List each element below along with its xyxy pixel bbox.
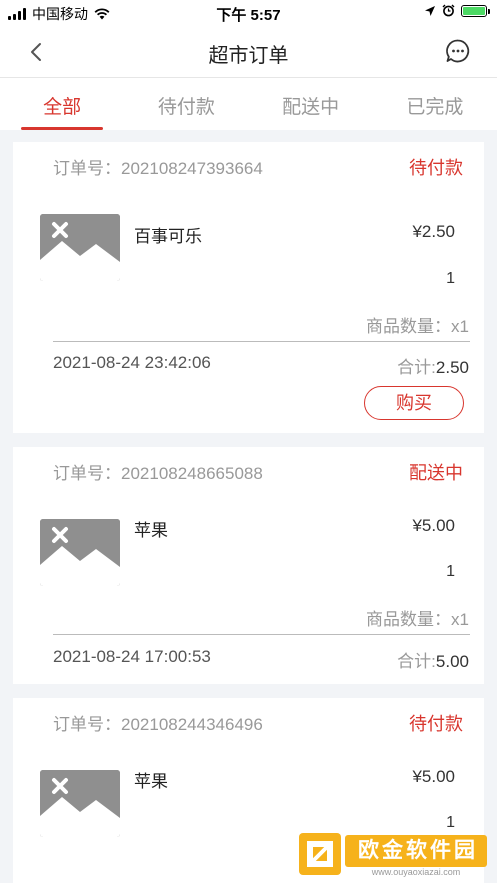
order-number: 202108244346496: [121, 715, 263, 734]
product-quantity: 1: [446, 563, 455, 580]
tab-all[interactable]: 全部: [0, 78, 124, 130]
order-number-label: 订单号：: [53, 464, 121, 483]
order-number: 202108248665088: [121, 464, 263, 483]
order-number-label: 订单号：: [53, 715, 121, 734]
product-price: ¥5.00: [412, 767, 455, 786]
product-name: 苹果: [134, 772, 168, 791]
divider: [53, 341, 470, 342]
status-bar: 中国移动 下午 5:57: [0, 0, 497, 26]
item-count: 商品数量：x1: [366, 605, 469, 630]
order-status: 待付款: [409, 158, 463, 178]
product-name: 百事可乐: [134, 227, 202, 246]
product-price: ¥5.00: [412, 516, 455, 535]
watermark-url: www.ouyaoxiazai.com: [371, 867, 461, 877]
watermark-logo: 欧金软件园 www.ouyaoxiazai.com: [297, 831, 491, 881]
tab-completed[interactable]: 已完成: [373, 78, 497, 130]
status-right: [424, 4, 490, 17]
order-card[interactable]: 订单号：202108247393664 待付款 百事可乐 ¥2.50 1 商品数…: [13, 142, 484, 433]
product-quantity: 1: [446, 814, 455, 831]
page-title: 超市订单: [208, 45, 289, 67]
item-count-label: 商品数量：: [366, 610, 452, 629]
order-header: 订单号：202108244346496 待付款: [53, 710, 463, 736]
product-quantity: 1: [446, 270, 455, 287]
order-number-label: 订单号：: [53, 159, 121, 178]
order-status: 配送中: [409, 463, 463, 483]
message-button[interactable]: [445, 38, 471, 64]
product-name: 苹果: [134, 521, 168, 540]
order-number: 202108247393664: [121, 159, 263, 178]
total-value: 5.00: [435, 652, 469, 671]
order-card[interactable]: 订单号：202108248665088 配送中 苹果 ¥5.00 1 商品数量：…: [13, 447, 484, 684]
order-header: 订单号：202108248665088 配送中: [53, 459, 463, 485]
order-total: 合计:5.00: [397, 647, 469, 672]
total-label: 合计:: [397, 652, 436, 671]
alarm-icon: [442, 4, 455, 17]
order-time: 2021-08-24 23:42:06: [53, 353, 211, 372]
status-time: 下午 5:57: [216, 7, 281, 24]
order-status: 待付款: [409, 714, 463, 734]
order-total: 合计:2.50: [397, 353, 469, 378]
nav-bar: 超市订单: [0, 26, 497, 78]
divider: [53, 634, 470, 635]
product-price: ¥2.50: [412, 222, 455, 241]
product-image-placeholder-icon: [40, 214, 120, 281]
order-header: 订单号：202108247393664 待付款: [53, 154, 463, 180]
total-label: 合计:: [397, 358, 436, 377]
buy-button[interactable]: 购买: [364, 386, 464, 420]
battery-icon: [461, 4, 490, 17]
order-time: 2021-08-24 17:00:53: [53, 647, 211, 666]
tab-pending-payment[interactable]: 待付款: [124, 78, 248, 130]
item-count-value: x1: [451, 317, 469, 336]
item-count: 商品数量：x1: [366, 312, 469, 337]
item-count-value: x1: [451, 610, 469, 629]
tab-delivering[interactable]: 配送中: [249, 78, 373, 130]
location-arrow-icon: [425, 5, 435, 16]
total-value: 2.50: [435, 358, 469, 377]
product-image-placeholder-icon: [40, 519, 120, 586]
product-image-placeholder-icon: [40, 770, 120, 837]
watermark-text: 欧金软件园: [358, 839, 478, 862]
chat-bubble-icon: [446, 39, 470, 63]
order-tabs: 全部 待付款 配送中 已完成: [0, 78, 497, 130]
item-count-label: 商品数量：: [366, 317, 452, 336]
